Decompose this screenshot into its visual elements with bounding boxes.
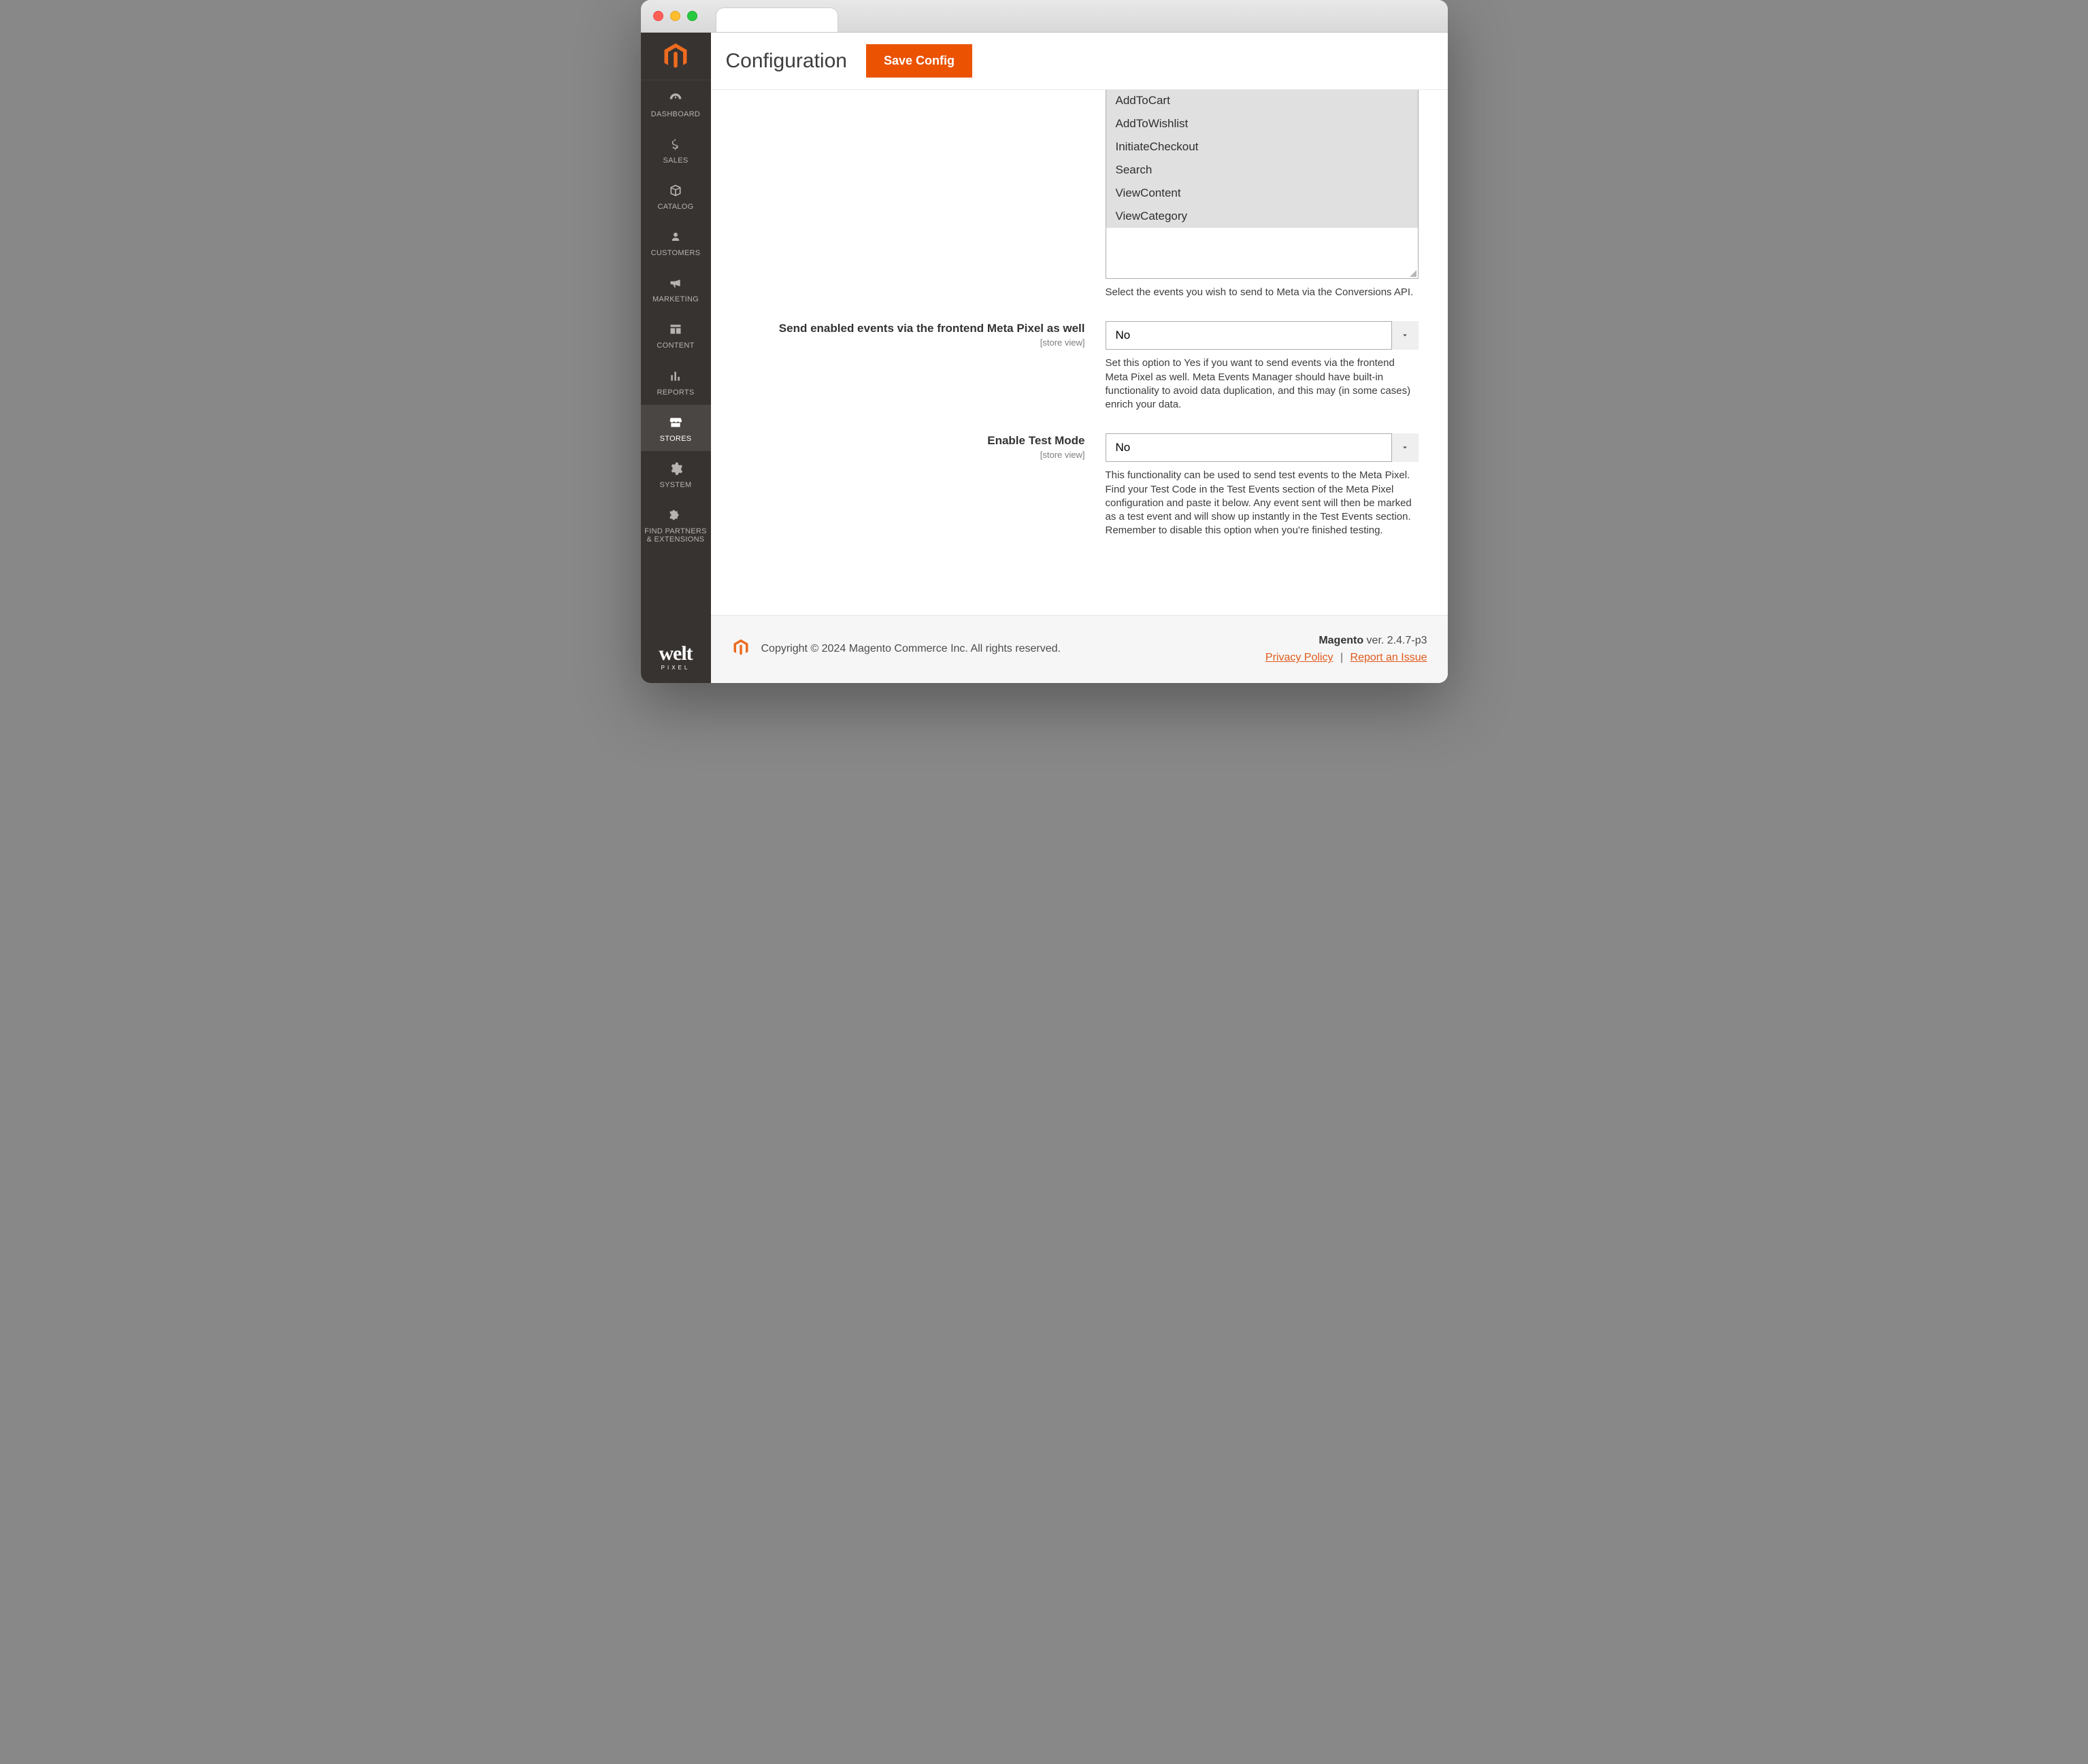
field-scope: [store view] [731, 337, 1085, 348]
select-value: No [1106, 433, 1419, 462]
magento-logo[interactable] [641, 33, 711, 80]
field-label-text: Send enabled events via the frontend Met… [779, 322, 1085, 335]
person-icon [666, 229, 685, 245]
sidebar-items: DASHBOARD SALES CATALOG [641, 80, 711, 552]
footer-version: Magento ver. 2.4.7-p3 [1265, 632, 1427, 650]
window-close-icon[interactable] [653, 11, 663, 21]
sidebar-item-customers[interactable]: CUSTOMERS [641, 219, 711, 265]
footer-privacy-link[interactable]: Privacy Policy [1265, 652, 1333, 663]
select-value: No [1106, 321, 1419, 350]
sidebar-item-partners[interactable]: FIND PARTNERS & EXTENSIONS [641, 497, 711, 552]
puzzle-icon [666, 507, 685, 523]
layout-icon [666, 321, 685, 337]
sidebar-item-stores[interactable]: STORES [641, 405, 711, 451]
footer-version-prefix: ver. [1363, 635, 1387, 646]
window-titlebar [641, 0, 1448, 33]
box-icon [666, 182, 685, 199]
sidebar-item-system[interactable]: SYSTEM [641, 451, 711, 497]
app-window: DASHBOARD SALES CATALOG [641, 0, 1448, 683]
event-option[interactable]: ViewContent [1106, 182, 1418, 205]
sidebar-item-dashboard[interactable]: DASHBOARD [641, 80, 711, 127]
sidebar-item-marketing[interactable]: MARKETING [641, 265, 711, 312]
sidebar-item-label: SYSTEM [659, 481, 691, 489]
event-option[interactable]: AddToCart [1106, 90, 1418, 112]
conversions-api-events-multiselect[interactable]: AddToCart AddToWishlist InitiateCheckout… [1106, 90, 1419, 279]
footer-version-number: 2.4.7-p3 [1387, 635, 1427, 646]
events-multiselect-note: Select the events you wish to send to Me… [1106, 286, 1419, 299]
event-option[interactable]: Search [1106, 159, 1418, 182]
field-scope: [store view] [731, 450, 1085, 461]
sidebar-item-catalog[interactable]: CATALOG [641, 173, 711, 219]
page-title: Configuration [726, 50, 847, 73]
footer-separator: | [1340, 652, 1343, 663]
enable-test-mode-help: This functionality can be used to send t… [1106, 469, 1419, 537]
gauge-icon [666, 90, 685, 106]
sidebar-item-label: CATALOG [657, 203, 693, 211]
sidebar-item-label: REPORTS [657, 388, 694, 397]
footer-report-issue-link[interactable]: Report an Issue [1350, 652, 1427, 663]
megaphone-icon [666, 275, 685, 291]
save-config-button[interactable]: Save Config [866, 44, 972, 78]
window-zoom-icon[interactable] [687, 11, 697, 21]
browser-tab[interactable] [716, 7, 838, 32]
window-controls [653, 11, 697, 21]
admin-sidebar: DASHBOARD SALES CATALOG [641, 33, 711, 683]
sidebar-item-sales[interactable]: SALES [641, 127, 711, 173]
sidebar-item-label: CUSTOMERS [651, 249, 701, 257]
footer-copyright: Copyright © 2024 Magento Commerce Inc. A… [761, 643, 1061, 655]
send-via-pixel-label: Send enabled events via the frontend Met… [731, 321, 1099, 412]
storefront-icon [666, 414, 685, 431]
gear-icon [666, 461, 685, 477]
chevron-down-icon [1391, 321, 1419, 350]
field-label-text: Enable Test Mode [987, 434, 1084, 447]
event-option[interactable]: InitiateCheckout [1106, 135, 1418, 159]
page-header: Configuration Save Config [711, 33, 1448, 90]
event-option[interactable]: ViewCategory [1106, 205, 1418, 228]
window-minimize-icon[interactable] [670, 11, 680, 21]
resize-handle-icon[interactable] [1410, 270, 1416, 277]
magento-logo-small-icon [731, 638, 750, 661]
sidebar-item-label: CONTENT [657, 342, 694, 350]
enable-test-mode-label: Enable Test Mode [store view] [731, 433, 1099, 537]
magento-hex-icon [661, 41, 691, 71]
bar-chart-icon [666, 368, 685, 384]
sidebar-item-label: STORES [660, 435, 692, 443]
sidebar-item-label: MARKETING [652, 295, 699, 303]
send-via-pixel-select[interactable]: No [1106, 321, 1419, 350]
enable-test-mode-select[interactable]: No [1106, 433, 1419, 462]
event-option[interactable]: AddToWishlist [1106, 112, 1418, 135]
admin-footer: Copyright © 2024 Magento Commerce Inc. A… [711, 615, 1448, 683]
weltpixel-logo-line2: PIXEL [659, 665, 692, 671]
chevron-down-icon [1391, 433, 1419, 462]
sidebar-brand-footer: welt PIXEL [641, 636, 711, 683]
sidebar-item-label: FIND PARTNERS & EXTENSIONS [644, 527, 708, 544]
footer-product-name: Magento [1319, 635, 1363, 646]
sidebar-item-label: SALES [663, 156, 689, 165]
sidebar-item-content[interactable]: CONTENT [641, 312, 711, 358]
weltpixel-logo-line1: welt [659, 642, 692, 665]
sidebar-item-reports[interactable]: REPORTS [641, 359, 711, 405]
send-via-pixel-help: Set this option to Yes if you want to se… [1106, 356, 1419, 412]
weltpixel-logo: welt PIXEL [659, 646, 692, 671]
dollar-icon [666, 136, 685, 152]
sidebar-item-label: DASHBOARD [651, 110, 700, 118]
